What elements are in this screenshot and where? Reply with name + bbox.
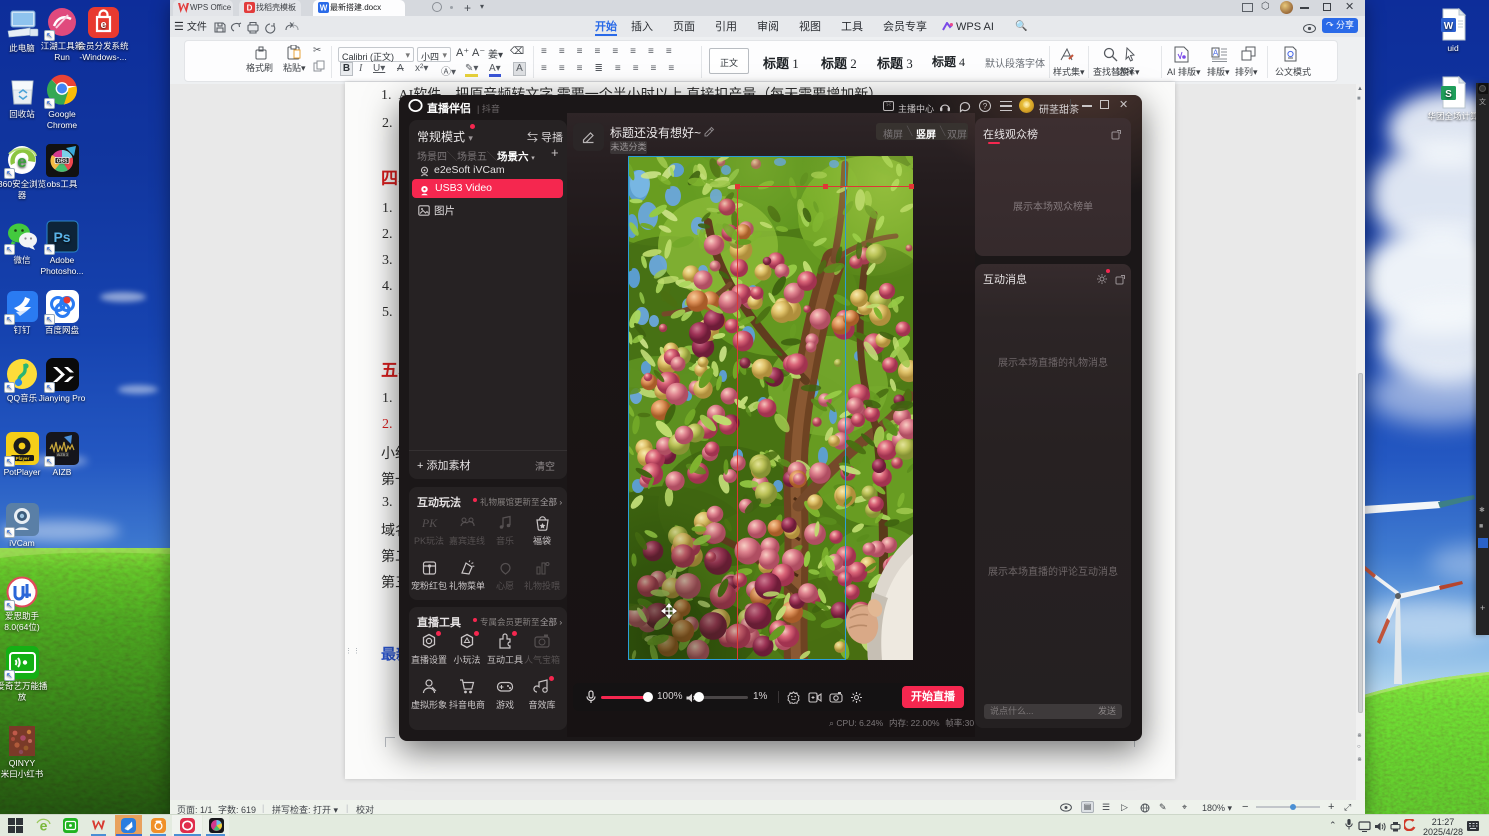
svg-text:W: W <box>320 4 328 13</box>
svg-text:Ps: Ps <box>53 229 70 245</box>
svg-text:PK: PK <box>421 516 438 530</box>
svg-text:OBS: OBS <box>56 159 68 165</box>
svg-text:A: A <box>1213 49 1219 58</box>
svg-text:D: D <box>247 4 253 13</box>
svg-text:e: e <box>17 152 26 171</box>
svg-text:AIZB 3: AIZB 3 <box>57 453 68 457</box>
svg-text:e: e <box>100 19 106 31</box>
svg-text:S: S <box>1445 89 1452 100</box>
svg-text:W: W <box>1443 21 1453 32</box>
